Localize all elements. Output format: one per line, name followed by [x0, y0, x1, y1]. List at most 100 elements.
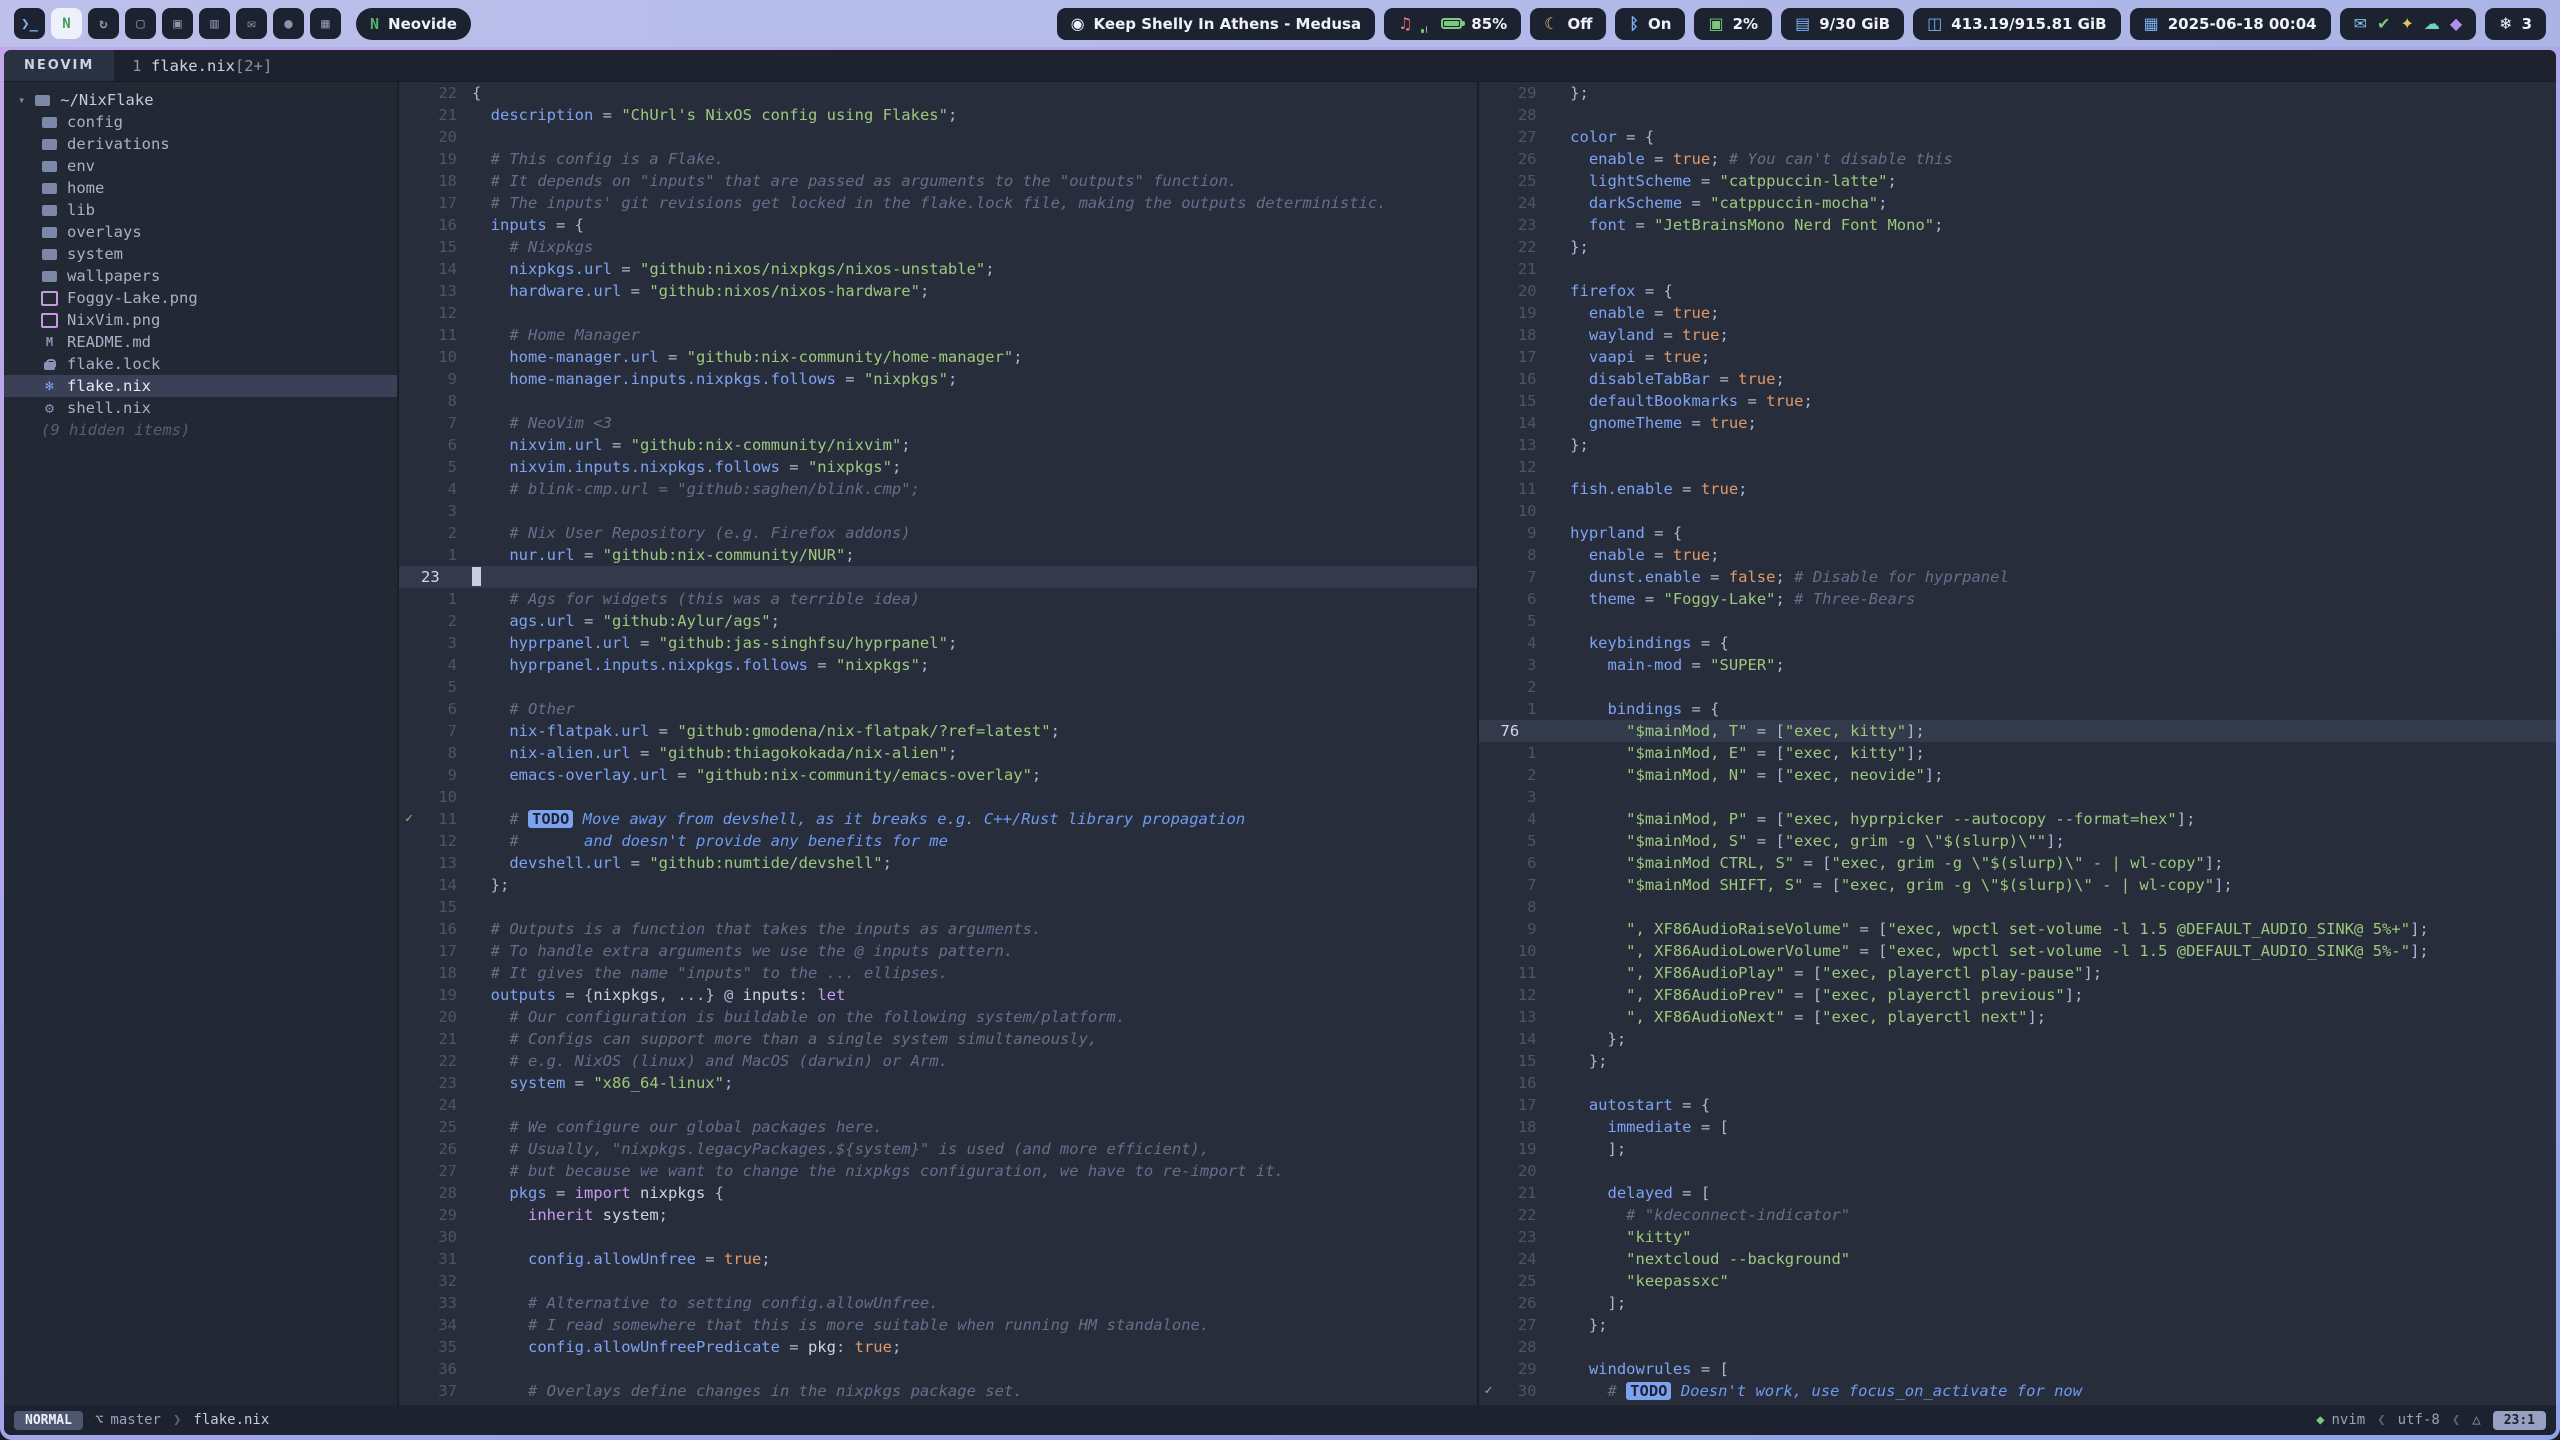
sign-column — [399, 1050, 419, 1072]
line-number: 10 — [419, 786, 457, 808]
code-text: firefox = { — [1537, 280, 1673, 302]
sign-column — [399, 698, 419, 720]
line-number: 16 — [1499, 368, 1537, 390]
editor-pane-right[interactable]: 29 };2827 color = {26 enable = true; # Y… — [1477, 82, 2557, 1405]
buffer-label[interactable]: 1 flake.nix[2+] — [132, 50, 272, 81]
code-text: "$mainMod, E" = ["exec, kitty"]; — [1537, 742, 1925, 764]
workspace-5[interactable]: ▣ — [162, 8, 193, 39]
code-text: nixvim.inputs.nixpkgs.follows = "nixpkgs… — [457, 456, 901, 478]
line-number: 27 — [1499, 1314, 1537, 1336]
code-line: 19 outputs = {nixpkgs, ...} @ inputs: le… — [399, 984, 1477, 1006]
memory-pill[interactable]: ▤9/30 GiB — [1781, 8, 1904, 40]
active-app-pill[interactable]: N Neovide — [356, 8, 471, 40]
tree-item-flake.lock[interactable]: flake.lock — [4, 353, 397, 375]
visualizer-bar — [1421, 29, 1424, 33]
line-number: 8 — [1499, 544, 1537, 566]
tree-item-wallpapers[interactable]: wallpapers — [4, 265, 397, 287]
tree-item-derivations[interactable]: derivations — [4, 133, 397, 155]
line-number: 4 — [419, 654, 457, 676]
line-number: 21 — [1499, 258, 1537, 280]
code-line: 17 # To handle extra arguments we use th… — [399, 940, 1477, 962]
tree-item-env[interactable]: env — [4, 155, 397, 177]
tree-item-flake.nix[interactable]: flake.nix — [4, 375, 397, 397]
code-text: # blink-cmp.url = "github:saghen/blink.c… — [457, 478, 920, 500]
code-line: 33 # Alternative to setting config.allow… — [399, 1292, 1477, 1314]
code-line: 2 # Nix User Repository (e.g. Firefox ad… — [399, 522, 1477, 544]
line-number: 3 — [1499, 786, 1537, 808]
workspace-terminal[interactable]: ❯_ — [14, 8, 45, 39]
cpu-pill[interactable]: ▣2% — [1694, 8, 1772, 40]
line-number: 76 — [1499, 720, 1537, 742]
line-number: 1 — [1499, 742, 1537, 764]
neovide-window-frame: NEOVIM 1 flake.nix[2+] ▾~/NixFlakeconfig… — [0, 47, 2560, 1440]
line-number: 26 — [419, 1138, 457, 1160]
code-line: 32 — [399, 1270, 1477, 1292]
idle-inhibitor-pill[interactable]: ☾Off — [1530, 8, 1606, 40]
cursor-position: 23:1 — [2493, 1411, 2546, 1430]
line-number: 16 — [1499, 1072, 1537, 1094]
media-player-pill[interactable]: ◉ Keep Shelly In Athens - Medusa — [1057, 8, 1376, 40]
system-tray[interactable]: ✉ ✔ ✦ ☁ ◆ — [2340, 8, 2477, 40]
code-line: 16 — [1479, 1072, 2557, 1094]
code-line: 5 — [1479, 610, 2557, 632]
mail-tray-icon[interactable]: ✉ — [2354, 16, 2367, 32]
git-branch[interactable]: ⌥ master — [95, 1412, 161, 1428]
key-tray-icon[interactable]: ✦ — [2400, 16, 2413, 32]
disk-pill[interactable]: ◫413.19/915.81 GiB — [1913, 8, 2120, 40]
code-text: ", XF86AudioNext" = ["exec, playerctl ne… — [1537, 1006, 2047, 1028]
keepassxc-tray-icon[interactable]: ✔ — [2377, 16, 2390, 32]
tree-item-lib[interactable]: lib — [4, 199, 397, 221]
line-number: 13 — [419, 852, 457, 874]
editor-pane-left[interactable]: 22{21 description = "ChUrl's NixOS confi… — [399, 82, 1477, 1405]
line-number: 28 — [1499, 1336, 1537, 1358]
code-text: ", XF86AudioPlay" = ["exec, playerctl pl… — [1537, 962, 2103, 984]
nextcloud-tray-icon[interactable]: ☁ — [2424, 16, 2440, 32]
code-line: 37 # Overlays define changes in the nixp… — [399, 1380, 1477, 1402]
clock-pill[interactable]: ▦2025-06-18 00:04 — [2130, 8, 2331, 40]
line-number: 33 — [419, 1292, 457, 1314]
line-number: 3 — [1499, 654, 1537, 676]
bluetooth-pill[interactable]: ᛒOn — [1615, 8, 1685, 40]
code-text: # Other — [457, 698, 575, 720]
tree-item-config[interactable]: config — [4, 111, 397, 133]
line-number: 13 — [419, 280, 457, 302]
sign-column — [1479, 962, 1499, 984]
sign-column — [1479, 1314, 1499, 1336]
code-text: immediate = [ — [1537, 1116, 1729, 1138]
tab-neovim[interactable]: NEOVIM — [4, 50, 114, 81]
kdeconnect-tray-icon[interactable]: ◆ — [2450, 16, 2462, 32]
code-line: 28 — [1479, 104, 2557, 126]
tree-item-label: lib — [67, 201, 95, 219]
workspace-neovim[interactable]: N — [51, 8, 82, 39]
tree-item-home[interactable]: home — [4, 177, 397, 199]
workspace-9[interactable]: ▦ — [310, 8, 341, 39]
code-text: home-manager.url = "github:nix-community… — [457, 346, 1023, 368]
workspace-7[interactable]: ✉ — [236, 8, 267, 39]
code-line: 31 config.allowUnfree = true; — [399, 1248, 1477, 1270]
code-text: # TODO Doesn't work, use focus_on_activa… — [1537, 1380, 2083, 1402]
workspace-4[interactable]: ▢ — [125, 8, 156, 39]
code-line: 11 # Home Manager — [399, 324, 1477, 346]
line-number: 23 — [1499, 1226, 1537, 1248]
sign-column — [1479, 522, 1499, 544]
tree-item-Foggy-Lake.png[interactable]: Foggy-Lake.png — [4, 287, 397, 309]
tree-item-README.md[interactable]: README.md — [4, 331, 397, 353]
git-branch-icon: ⌥ — [95, 1412, 103, 1428]
workspace-6[interactable]: ▥ — [199, 8, 230, 39]
code-line: 14 }; — [399, 874, 1477, 896]
tree-item-shell.nix[interactable]: shell.nix — [4, 397, 397, 419]
code-line: 18 # It gives the name "inputs" to the .… — [399, 962, 1477, 984]
workspace-8[interactable]: ● — [273, 8, 304, 39]
tree-root[interactable]: ▾~/NixFlake — [4, 89, 397, 111]
workspace-3[interactable]: ↻ — [88, 8, 119, 39]
tree-item-system[interactable]: system — [4, 243, 397, 265]
code-text: }; — [1537, 1050, 1608, 1072]
line-number: 9 — [1499, 522, 1537, 544]
tree-item-overlays[interactable]: overlays — [4, 221, 397, 243]
updates-pill[interactable]: ❄ 3 — [2485, 8, 2546, 40]
line-number: 14 — [419, 874, 457, 896]
battery-pill[interactable]: 85% — [1427, 8, 1521, 40]
tree-root-label: ~/NixFlake — [60, 91, 153, 109]
tree-item-NixVim.png[interactable]: NixVim.png — [4, 309, 397, 331]
sign-column — [1479, 148, 1499, 170]
